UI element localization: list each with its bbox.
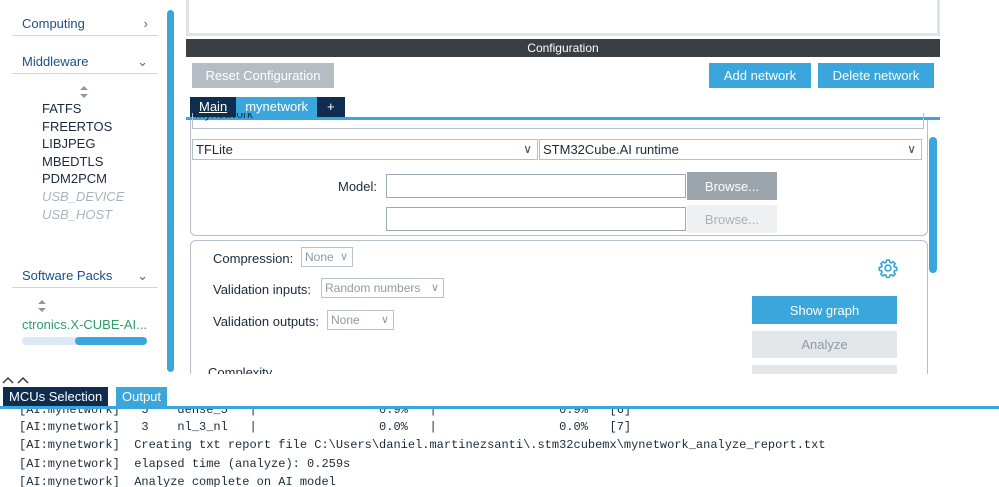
chevron-down-icon: ∨ <box>339 251 348 263</box>
panel-splitter[interactable] <box>0 374 999 386</box>
section-label: Software Packs <box>22 268 113 283</box>
pack-progress-bar <box>22 337 147 345</box>
network-name-value: mynetwork <box>195 113 254 121</box>
validation-inputs-select-value: Random numbers <box>325 281 421 295</box>
sidebar: Computing › Middleware ⌄ FATFS FREERTOS … <box>0 0 178 376</box>
sidebar-scrollbar[interactable] <box>167 10 174 372</box>
configuration-scrollbar[interactable] <box>929 137 937 273</box>
list-item-mbedtls[interactable]: MBEDTLS <box>42 153 124 171</box>
validation-inputs-select[interactable]: Random numbers ∨ <box>321 278 444 298</box>
list-item-libjpeg[interactable]: LIBJPEG <box>42 135 124 153</box>
runtime-select[interactable]: STM32Cube.AI runtime ∨ <box>539 139 922 160</box>
validation-outputs-label: Validation outputs: <box>213 314 319 329</box>
validation-inputs-label: Validation inputs: <box>213 282 312 297</box>
analyze-button[interactable]: Analyze <box>752 331 897 358</box>
console-line: [AI:mynetwork] 3 nl_3_nl | 0.0% | 0.0% [… <box>19 420 632 434</box>
sort-icon[interactable] <box>80 86 88 98</box>
top-panel-margin <box>944 0 999 36</box>
complexity-label-partial: Complexity <box>208 366 273 374</box>
chevron-down-icon: ⌄ <box>137 53 148 69</box>
console-line: [AI:mynetwork] Analyze complete on AI mo… <box>19 475 336 487</box>
compression-select-value: None <box>305 250 334 264</box>
add-network-button[interactable]: Add network <box>709 63 811 88</box>
framework-select[interactable]: TFLite ∨ <box>192 139 538 160</box>
tab-mcus-selection[interactable]: MCUs Selection <box>3 387 109 407</box>
console-line: [AI:mynetwork] 5 dense_5 | 0.9% | 0.9% [… <box>19 409 632 417</box>
sidebar-section-computing[interactable]: Computing › <box>12 12 158 36</box>
section-label: Middleware <box>22 54 89 69</box>
sort-icon[interactable] <box>38 300 46 312</box>
validation-outputs-select[interactable]: None ∨ <box>327 310 394 330</box>
gear-icon[interactable] <box>878 258 898 278</box>
list-item-pdm2pcm[interactable]: PDM2PCM <box>42 170 124 188</box>
framework-select-value: TFLite <box>196 142 233 157</box>
compression-select[interactable]: None ∨ <box>301 247 353 267</box>
stm32cubemx-window: Computing › Middleware ⌄ FATFS FREERTOS … <box>0 0 999 487</box>
delete-network-button[interactable]: Delete network <box>818 63 934 88</box>
chevron-down-icon: ∨ <box>523 142 532 156</box>
validation-outputs-select-value: None <box>331 313 360 327</box>
runtime-select-value: STM32Cube.AI runtime <box>543 142 679 157</box>
chevron-right-icon: › <box>143 16 148 31</box>
list-item-usb-device[interactable]: USB_DEVICE <box>42 188 124 206</box>
middleware-list: FATFS FREERTOS LIBJPEG MBEDTLS PDM2PCM U… <box>42 100 124 223</box>
chevron-down-icon: ∨ <box>907 142 916 156</box>
compression-label: Compression: <box>213 251 294 266</box>
collapse-arrows-icon[interactable] <box>0 374 40 386</box>
chevron-down-icon: ∨ <box>430 282 439 294</box>
top-panel <box>186 0 940 36</box>
validate-button-partial[interactable] <box>752 365 897 374</box>
section-label: Computing <box>22 16 85 31</box>
sidebar-section-software-packs[interactable]: Software Packs ⌄ <box>12 264 158 288</box>
list-item-usb-host[interactable]: USB_HOST <box>42 206 124 224</box>
secondary-path-input[interactable] <box>386 207 686 231</box>
chevron-down-icon: ∨ <box>380 314 389 326</box>
sidebar-section-middleware[interactable]: Middleware ⌄ <box>12 50 158 74</box>
console-line: [AI:mynetwork] Creating txt report file … <box>19 438 826 452</box>
reset-configuration-button[interactable]: Reset Configuration <box>192 63 334 88</box>
pack-progress-fill <box>74 337 147 345</box>
browse-button-disabled[interactable]: Browse... <box>687 205 777 233</box>
chevron-down-icon: ⌄ <box>137 267 148 283</box>
network-name-field[interactable]: mynetwork <box>192 113 924 129</box>
model-path-input[interactable] <box>386 174 686 198</box>
list-item-fatfs[interactable]: FATFS <box>42 100 124 118</box>
output-console[interactable]: [AI:mynetwork] 5 dense_5 | 0.9% | 0.9% [… <box>0 409 999 487</box>
browse-button[interactable]: Browse... <box>687 172 777 200</box>
software-pack-item[interactable]: ctronics.X-CUBE-AI... <box>22 317 150 332</box>
show-graph-button[interactable]: Show graph <box>752 296 897 324</box>
model-label: Model: <box>338 179 378 194</box>
configuration-header: Configuration <box>186 39 940 57</box>
list-item-freertos[interactable]: FREERTOS <box>42 118 124 136</box>
tab-output[interactable]: Output <box>116 387 168 407</box>
console-line: [AI:mynetwork] elapsed time (analyze): 0… <box>19 457 351 471</box>
